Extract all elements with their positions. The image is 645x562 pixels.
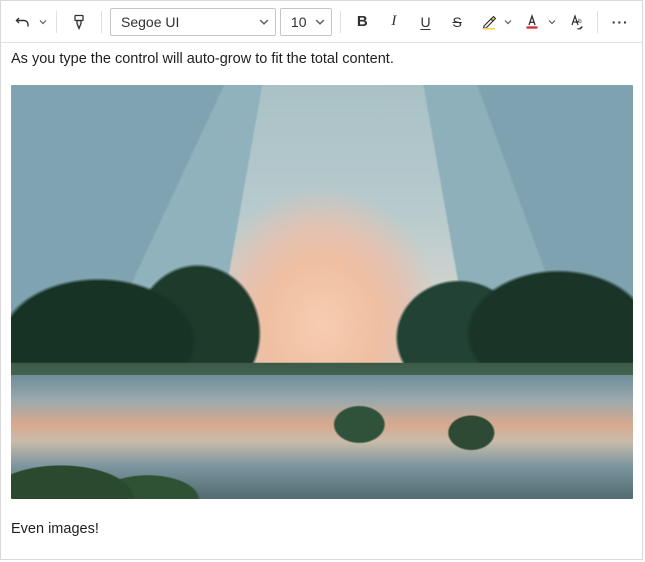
undo-button[interactable] xyxy=(9,8,37,36)
chevron-down-icon xyxy=(504,18,512,26)
font-name-select[interactable]: Segoe UI xyxy=(110,8,276,36)
highlight-dropdown[interactable] xyxy=(503,8,515,36)
more-icon: ··· xyxy=(612,14,629,30)
chevron-down-icon xyxy=(548,18,556,26)
italic-button[interactable]: I xyxy=(380,8,408,36)
strikethrough-icon: S xyxy=(452,14,461,30)
highlighter-icon xyxy=(481,14,497,30)
more-button[interactable]: ··· xyxy=(606,8,634,36)
highlight-button[interactable] xyxy=(475,8,503,36)
underline-button[interactable]: U xyxy=(412,8,440,36)
separator xyxy=(340,11,341,33)
chevron-down-icon xyxy=(39,18,47,26)
font-color-dropdown[interactable] xyxy=(546,8,558,36)
underline-icon: U xyxy=(420,14,430,30)
font-size-select[interactable]: 10 xyxy=(280,8,332,36)
separator xyxy=(56,11,57,33)
chevron-down-icon xyxy=(315,17,325,27)
clear-formatting-button[interactable]: b xyxy=(562,8,590,36)
strikethrough-button[interactable]: S xyxy=(443,8,471,36)
font-color-icon xyxy=(524,14,540,30)
embedded-image[interactable] xyxy=(11,85,632,499)
content-line-1: As you type the control will auto-grow t… xyxy=(11,49,632,69)
font-color-button[interactable] xyxy=(518,8,546,36)
chevron-down-icon xyxy=(259,17,269,27)
svg-text:b: b xyxy=(578,18,582,24)
undo-dropdown[interactable] xyxy=(37,8,49,36)
separator xyxy=(597,11,598,33)
editor-content[interactable]: As you type the control will auto-grow t… xyxy=(1,43,642,559)
clear-formatting-icon: b xyxy=(568,14,584,30)
font-size-label: 10 xyxy=(291,14,307,30)
toolbar: Segoe UI 10 B I U S xyxy=(1,1,642,43)
landscape-image xyxy=(11,85,633,499)
rich-text-editor: Segoe UI 10 B I U S xyxy=(0,0,643,560)
format-painter-button[interactable] xyxy=(65,8,93,36)
format-painter-icon xyxy=(71,14,87,30)
content-line-2: Even images! xyxy=(11,519,632,539)
bold-button[interactable]: B xyxy=(348,8,376,36)
font-name-label: Segoe UI xyxy=(121,14,179,30)
separator xyxy=(101,11,102,33)
undo-icon xyxy=(15,14,31,30)
bold-icon: B xyxy=(357,13,368,30)
italic-icon: I xyxy=(391,13,396,30)
